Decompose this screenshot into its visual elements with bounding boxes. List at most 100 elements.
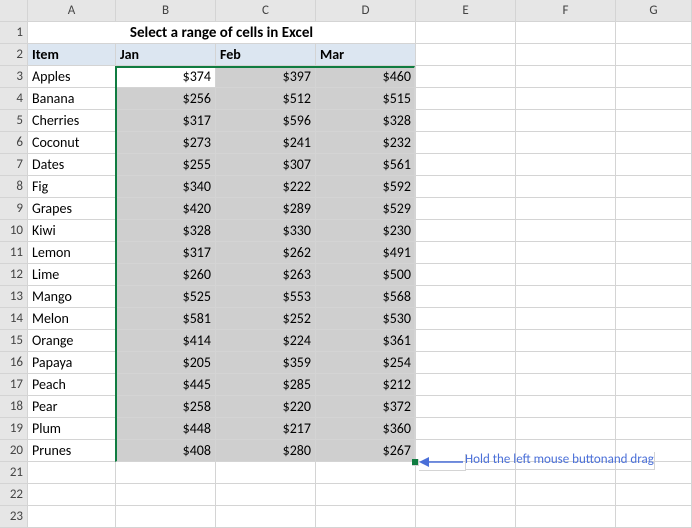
cell-mar[interactable]: $328	[316, 110, 416, 132]
cell-empty[interactable]	[616, 374, 692, 396]
cell-feb[interactable]: $220	[216, 396, 316, 418]
row-header-17[interactable]: 17	[0, 374, 28, 396]
cell-empty[interactable]	[616, 506, 692, 528]
cell-jan[interactable]: $205	[116, 352, 216, 374]
cell-feb[interactable]: $252	[216, 308, 316, 330]
cell-feb[interactable]: $596	[216, 110, 316, 132]
cell-empty[interactable]	[316, 484, 416, 506]
cell-mar[interactable]: $568	[316, 286, 416, 308]
cell-item[interactable]: Banana	[28, 88, 116, 110]
cell-empty[interactable]	[616, 396, 692, 418]
cell-jan[interactable]: $420	[116, 198, 216, 220]
cell-item[interactable]: Coconut	[28, 132, 116, 154]
row-header-4[interactable]: 4	[0, 88, 28, 110]
cell-jan[interactable]: $445	[116, 374, 216, 396]
cell-feb[interactable]: $224	[216, 330, 316, 352]
cell-mar[interactable]: $254	[316, 352, 416, 374]
cell-item[interactable]: Dates	[28, 154, 116, 176]
cell-mar[interactable]: $230	[316, 220, 416, 242]
cell-feb[interactable]: $222	[216, 176, 316, 198]
header-jan[interactable]: Jan	[116, 44, 216, 66]
cell-empty[interactable]	[416, 286, 516, 308]
cell-empty[interactable]	[416, 330, 516, 352]
cell-empty[interactable]	[416, 66, 516, 88]
row-header-8[interactable]: 8	[0, 176, 28, 198]
cell-jan[interactable]: $317	[116, 242, 216, 264]
cell-empty[interactable]	[416, 154, 516, 176]
cell-empty[interactable]	[416, 44, 516, 66]
cell-item[interactable]: Papaya	[28, 352, 116, 374]
cell-empty[interactable]	[316, 462, 416, 484]
row-header-15[interactable]: 15	[0, 330, 28, 352]
cell-empty[interactable]	[616, 198, 692, 220]
cell-jan[interactable]: $340	[116, 176, 216, 198]
cell-empty[interactable]	[616, 132, 692, 154]
cell-empty[interactable]	[516, 198, 616, 220]
cell-feb[interactable]: $262	[216, 242, 316, 264]
header-feb[interactable]: Feb	[216, 44, 316, 66]
cell-empty[interactable]	[516, 88, 616, 110]
row-header-16[interactable]: 16	[0, 352, 28, 374]
column-header-F[interactable]: F	[516, 0, 616, 22]
cell-jan[interactable]: $273	[116, 132, 216, 154]
cell-item[interactable]: Grapes	[28, 198, 116, 220]
cell-empty[interactable]	[216, 462, 316, 484]
row-header-10[interactable]: 10	[0, 220, 28, 242]
cell-mar[interactable]: $561	[316, 154, 416, 176]
cell-feb[interactable]: $397	[216, 66, 316, 88]
cell-empty[interactable]	[516, 242, 616, 264]
cell-item[interactable]: Lime	[28, 264, 116, 286]
cell-empty[interactable]	[616, 110, 692, 132]
cell-feb[interactable]: $553	[216, 286, 316, 308]
row-header-23[interactable]: 23	[0, 506, 28, 528]
row-header-11[interactable]: 11	[0, 242, 28, 264]
cell-empty[interactable]	[416, 132, 516, 154]
row-header-21[interactable]: 21	[0, 462, 28, 484]
cell-empty[interactable]	[416, 22, 516, 44]
cell-empty[interactable]	[416, 506, 516, 528]
cell-empty[interactable]	[616, 330, 692, 352]
cell-empty[interactable]	[516, 308, 616, 330]
cell-feb[interactable]: $512	[216, 88, 316, 110]
cell-empty[interactable]	[616, 88, 692, 110]
cell-mar[interactable]: $267	[316, 440, 416, 462]
cell-empty[interactable]	[416, 484, 516, 506]
column-header-G[interactable]: G	[616, 0, 692, 22]
cell-empty[interactable]	[616, 176, 692, 198]
column-header-B[interactable]: B	[116, 0, 216, 22]
cell-mar[interactable]: $592	[316, 176, 416, 198]
cell-empty[interactable]	[416, 418, 516, 440]
cell-empty[interactable]	[616, 352, 692, 374]
cell-empty[interactable]	[516, 330, 616, 352]
cell-jan[interactable]: $448	[116, 418, 216, 440]
row-header-22[interactable]: 22	[0, 484, 28, 506]
row-header-14[interactable]: 14	[0, 308, 28, 330]
cell-empty[interactable]	[516, 44, 616, 66]
cell-empty[interactable]	[616, 286, 692, 308]
cell-empty[interactable]	[516, 110, 616, 132]
cell-empty[interactable]	[616, 264, 692, 286]
cell-empty[interactable]	[416, 176, 516, 198]
cell-empty[interactable]	[316, 506, 416, 528]
row-header-2[interactable]: 2	[0, 44, 28, 66]
cell-empty[interactable]	[516, 286, 616, 308]
cell-item[interactable]: Orange	[28, 330, 116, 352]
cell-item[interactable]: Prunes	[28, 440, 116, 462]
cell-empty[interactable]	[416, 88, 516, 110]
select-all-corner[interactable]	[0, 0, 28, 22]
row-header-20[interactable]: 20	[0, 440, 28, 462]
row-header-1[interactable]: 1	[0, 22, 28, 44]
cell-empty[interactable]	[416, 396, 516, 418]
cell-empty[interactable]	[516, 132, 616, 154]
row-header-12[interactable]: 12	[0, 264, 28, 286]
cell-mar[interactable]: $232	[316, 132, 416, 154]
cell-empty[interactable]	[416, 352, 516, 374]
row-header-19[interactable]: 19	[0, 418, 28, 440]
cell-empty[interactable]	[616, 484, 692, 506]
cell-empty[interactable]	[28, 462, 116, 484]
cell-empty[interactable]	[28, 484, 116, 506]
cell-mar[interactable]: $212	[316, 374, 416, 396]
cell-empty[interactable]	[216, 506, 316, 528]
cell-empty[interactable]	[116, 506, 216, 528]
cell-empty[interactable]	[616, 220, 692, 242]
